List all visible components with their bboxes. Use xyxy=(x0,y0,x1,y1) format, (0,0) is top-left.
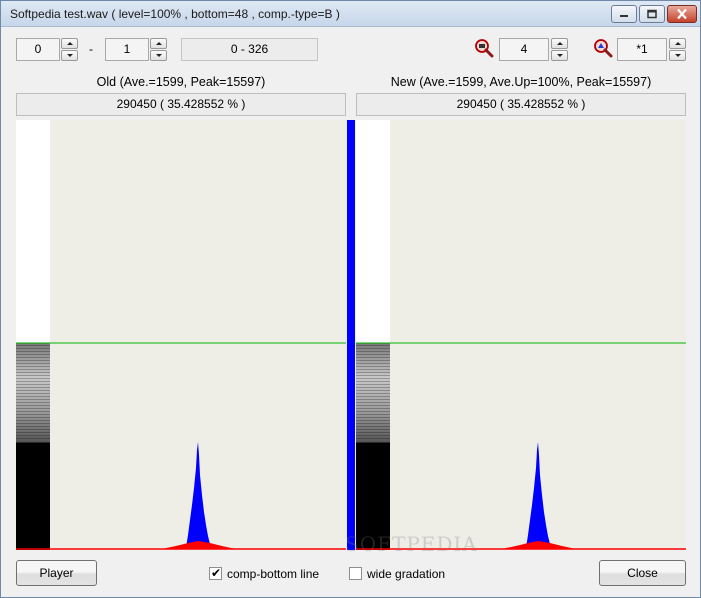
zoom-spin-down-button[interactable] xyxy=(551,50,568,61)
scale-input[interactable]: *1 xyxy=(617,38,667,61)
close-window-button[interactable] xyxy=(667,5,697,23)
to-spin-up-button[interactable] xyxy=(150,38,167,49)
magnifier-zoom-icon[interactable] xyxy=(474,38,494,58)
close-button[interactable]: Close xyxy=(599,560,686,586)
panel-divider xyxy=(347,120,355,550)
from-spinner[interactable] xyxy=(61,38,78,61)
minimize-button[interactable] xyxy=(611,5,637,23)
scale-spin-up-button[interactable] xyxy=(669,38,686,49)
maximize-icon xyxy=(647,9,657,19)
new-gradation-bar xyxy=(356,120,390,550)
range-display: 0 - 326 xyxy=(181,38,318,61)
to-input[interactable]: 1 xyxy=(105,38,149,61)
minimize-icon xyxy=(620,15,628,17)
wide-gradation-checkbox[interactable] xyxy=(349,567,362,580)
comp-bottom-label[interactable]: comp-bottom line xyxy=(227,567,319,581)
comp-bottom-checkbox[interactable]: ✔ xyxy=(209,566,222,580)
new-panel-title: New (Ave.=1599, Ave.Up=100%, Peak=15597) xyxy=(390,75,652,89)
window-title: Softpedia test.wav ( level=100% , bottom… xyxy=(10,7,340,21)
old-gradation-stripes xyxy=(16,345,50,440)
scale-spin-down-button[interactable] xyxy=(669,50,686,61)
from-spin-down-button[interactable] xyxy=(61,50,78,61)
new-histogram xyxy=(356,120,686,550)
zoom-spinner[interactable] xyxy=(551,38,568,61)
old-histogram-blue xyxy=(186,442,212,548)
close-icon xyxy=(677,8,687,20)
to-spin-down-button[interactable] xyxy=(150,50,167,61)
to-spinner[interactable] xyxy=(150,38,167,61)
new-histogram-graph xyxy=(356,120,686,550)
new-info-bar: 290450 ( 35.428552 % ) xyxy=(356,93,686,116)
player-button[interactable]: Player xyxy=(16,560,97,586)
new-histogram-blue xyxy=(526,442,552,548)
title-bar[interactable]: Softpedia test.wav ( level=100% , bottom… xyxy=(1,1,700,27)
maximize-button[interactable] xyxy=(639,5,665,23)
old-gradation-bar xyxy=(16,120,50,550)
old-histogram xyxy=(16,120,346,550)
zoom-input[interactable]: 4 xyxy=(499,38,549,61)
zoom-spin-up-button[interactable] xyxy=(551,38,568,49)
magnifier-scale-icon[interactable] xyxy=(593,38,613,58)
wide-gradation-label[interactable]: wide gradation xyxy=(367,567,445,581)
from-spin-up-button[interactable] xyxy=(61,38,78,49)
softpedia-watermark: SOFTPEDIA xyxy=(345,532,478,556)
old-histogram-red xyxy=(161,541,236,549)
range-dash: - xyxy=(89,42,93,56)
new-histogram-red xyxy=(501,541,576,549)
checkmark-icon: ✔ xyxy=(211,566,222,580)
scale-spinner[interactable] xyxy=(669,38,686,61)
old-histogram-graph xyxy=(16,120,346,550)
old-panel-title: Old (Ave.=1599, Peak=15597) xyxy=(96,75,266,89)
old-info-bar: 290450 ( 35.428552 % ) xyxy=(16,93,346,116)
main-window: Softpedia test.wav ( level=100% , bottom… xyxy=(0,0,701,598)
new-gradation-stripes xyxy=(356,345,390,440)
from-input[interactable]: 0 xyxy=(16,38,60,61)
